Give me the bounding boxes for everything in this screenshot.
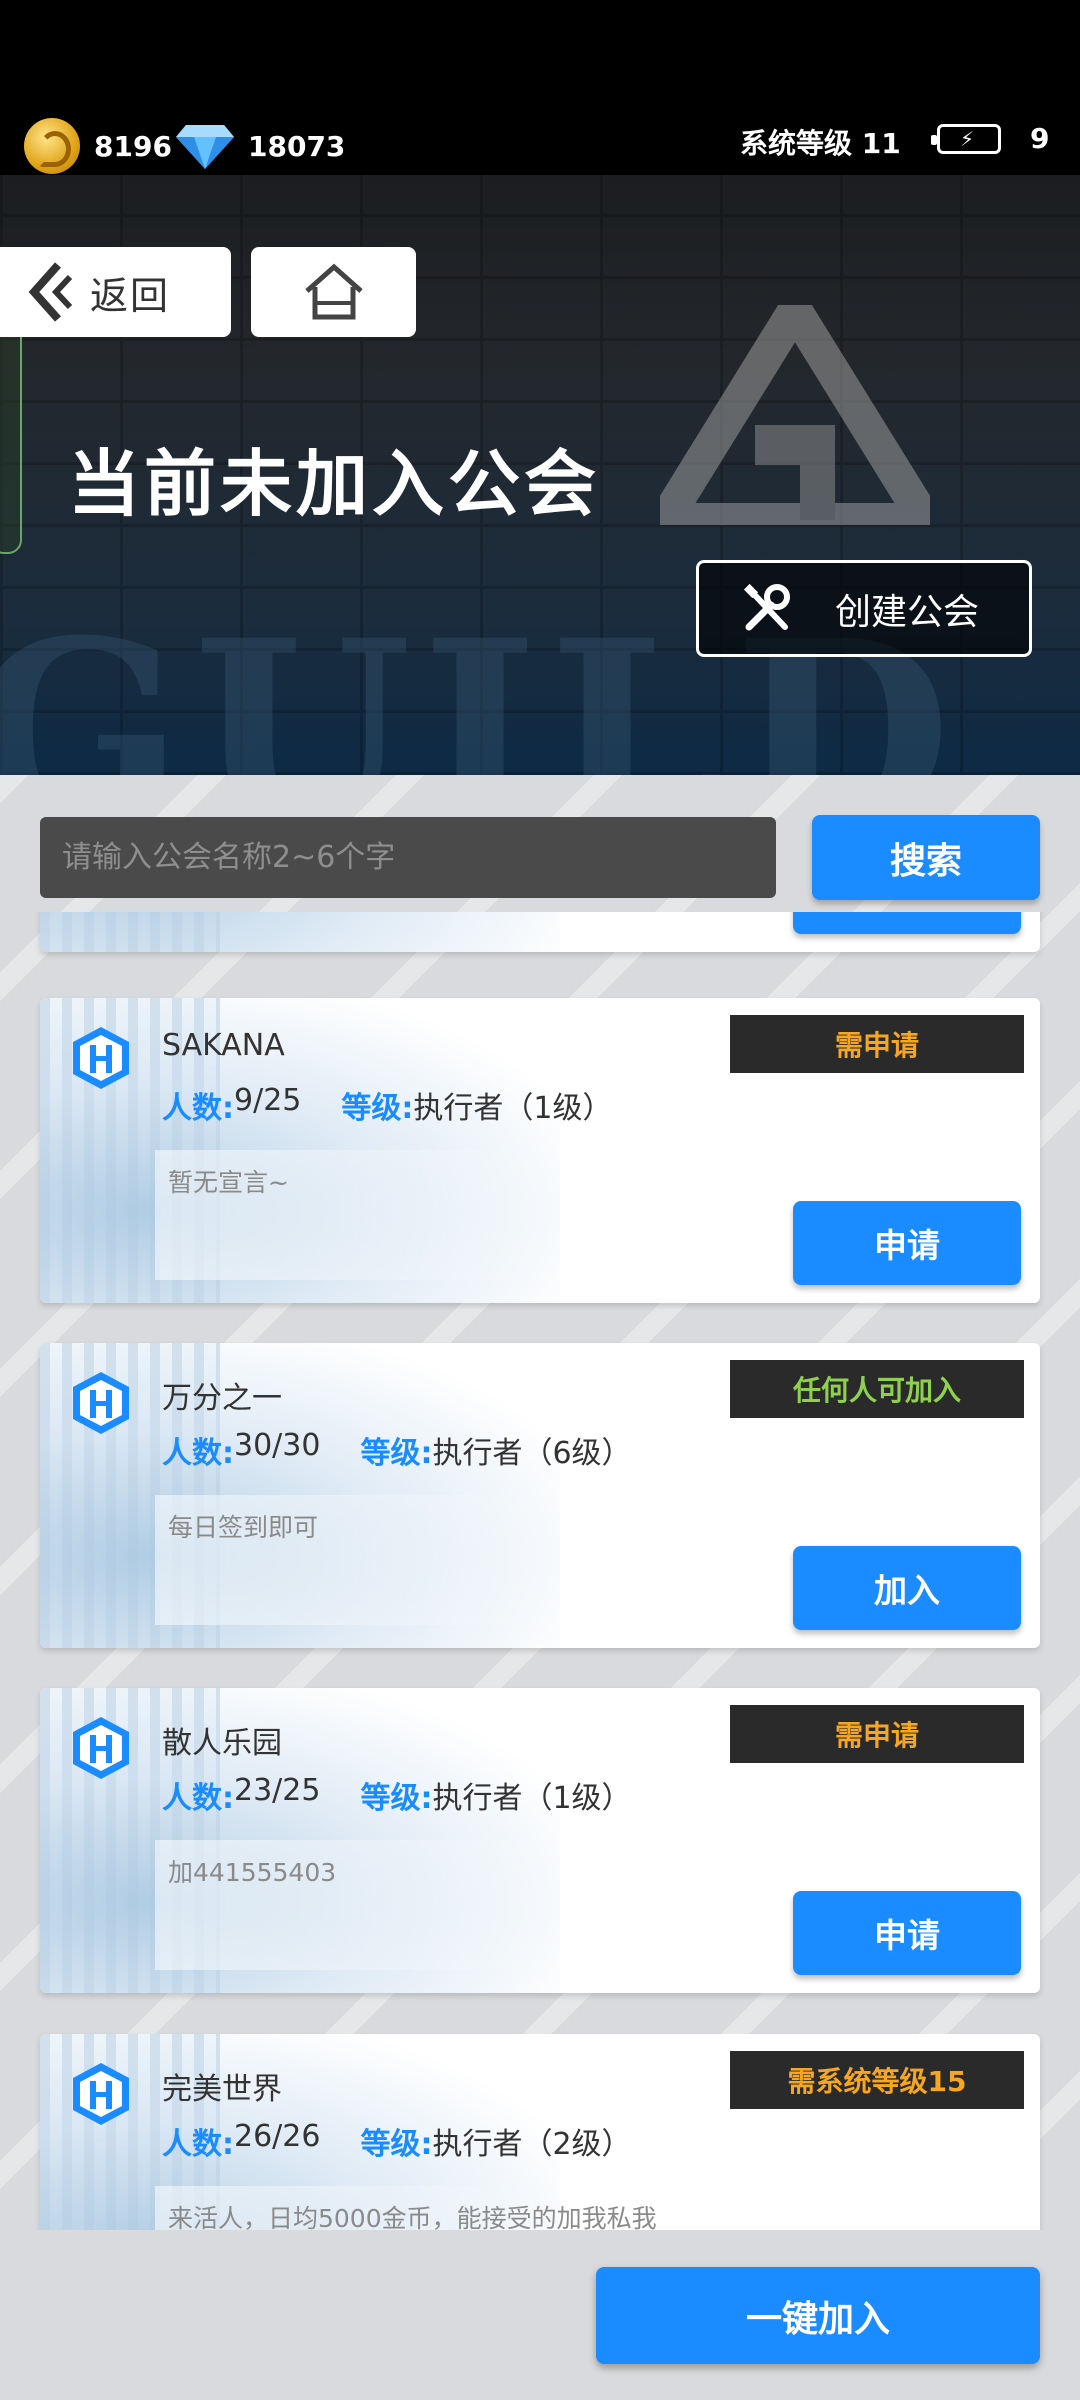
- guild-card: 万分之一 人数: 30/30 等级: 执行者（6级） 每日签到即可 任何人可加入…: [40, 1343, 1040, 1648]
- guild-declaration: 来活人，日均5000金币，能接受的加我私我: [168, 2204, 657, 2230]
- apply-button[interactable]: 申请: [793, 1201, 1021, 1285]
- guild-card: [40, 912, 1040, 952]
- guild-declaration: 每日签到即可: [168, 1513, 319, 1542]
- guild-name: 万分之一: [162, 1381, 282, 1416]
- guild-emblem-icon: [73, 1027, 129, 1089]
- guild-name: SAKANA: [162, 1028, 285, 1063]
- member-count: 30/30: [234, 1428, 321, 1463]
- guild-level-label: 等级:: [360, 2127, 433, 2162]
- coin-amount: 8196: [94, 129, 172, 163]
- guild-card: 散人乐园 人数: 23/25 等级: 执行者（1级） 加441555403 需申…: [40, 1688, 1040, 1993]
- guild-level-label: 等级:: [360, 1436, 433, 1471]
- guild-search-input[interactable]: [40, 817, 776, 898]
- join-requirement-badge: 需系统等级15: [730, 2051, 1024, 2109]
- member-count: 23/25: [234, 1773, 321, 1808]
- join-requirement-badge: 任何人可加入: [730, 1360, 1024, 1418]
- coin-counter: 8196: [24, 118, 172, 174]
- home-button[interactable]: [251, 247, 416, 337]
- guild-card: 完美世界 人数: 26/26 等级: 执行者（2级） 来活人，日均5000金币，…: [40, 2034, 1040, 2230]
- coin-icon: [24, 118, 80, 174]
- side-drawer-tab[interactable]: [0, 310, 22, 554]
- guild-level-label: 等级:: [360, 1781, 433, 1816]
- apply-button[interactable]: 申请: [793, 1891, 1021, 1975]
- guild-emblem-icon: [73, 2063, 129, 2125]
- guild-declaration: 加441555403: [168, 1858, 337, 1887]
- page-title: 当前未加入公会: [68, 441, 601, 526]
- create-guild-label: 创建公会: [835, 591, 980, 633]
- guild-level: 执行者（2级）: [432, 2127, 632, 2162]
- gem-amount: 18073: [248, 129, 346, 163]
- member-count-label: 人数:: [162, 1091, 234, 1126]
- energy-amount: 9: [1030, 122, 1050, 155]
- back-button[interactable]: 返回: [0, 247, 231, 337]
- tools-icon: [743, 583, 790, 630]
- member-count: 26/26: [234, 2119, 321, 2154]
- back-label: 返回: [90, 273, 171, 318]
- create-guild-button[interactable]: 创建公会: [696, 560, 1032, 657]
- guild-level: 执行者（1级）: [413, 1091, 613, 1126]
- back-arrow-icon: [28, 262, 73, 322]
- search-button[interactable]: 搜索: [812, 815, 1040, 900]
- member-count-label: 人数:: [162, 1781, 234, 1816]
- guild-name: 散人乐园: [162, 1726, 282, 1761]
- guild-list[interactable]: SAKANA 人数: 9/25 等级: 执行者（1级） 暂无宣言~ 需申请 申请…: [0, 912, 1080, 2230]
- member-count: 9/25: [234, 1083, 302, 1118]
- guild-emblem-icon: [73, 1717, 129, 1779]
- guild-level-label: 等级:: [341, 1091, 414, 1126]
- guild-declaration: 暂无宣言~: [168, 1168, 289, 1197]
- status-bar: 8196 18073 系统等级 11 ⚡ 9: [0, 0, 1080, 175]
- guild-emblem-icon: [73, 1372, 129, 1434]
- guild-banner: GUILD 返回 当前未加入公会 创建公会: [0, 175, 1080, 775]
- member-count-label: 人数:: [162, 2127, 234, 2162]
- system-level: 系统等级 11: [740, 127, 901, 160]
- guild-level: 执行者（1级）: [432, 1781, 632, 1816]
- home-icon: [304, 263, 363, 320]
- member-count-label: 人数:: [162, 1436, 234, 1471]
- gem-counter: 18073: [174, 118, 345, 174]
- guild-name: 完美世界: [162, 2072, 282, 2107]
- guild-logo-watermark: [660, 305, 930, 525]
- guild-card: SAKANA 人数: 9/25 等级: 执行者（1级） 暂无宣言~ 需申请 申请: [40, 998, 1040, 1303]
- guild-action-button[interactable]: [793, 912, 1021, 934]
- energy-icon: ⚡: [931, 124, 1001, 154]
- guild-level: 执行者（6级）: [432, 1436, 632, 1471]
- one-key-join-button[interactable]: 一键加入: [596, 2267, 1040, 2364]
- diamond-icon: [176, 125, 234, 169]
- join-button[interactable]: 加入: [793, 1546, 1021, 1630]
- join-requirement-badge: 需申请: [730, 1705, 1024, 1763]
- join-requirement-badge: 需申请: [730, 1015, 1024, 1073]
